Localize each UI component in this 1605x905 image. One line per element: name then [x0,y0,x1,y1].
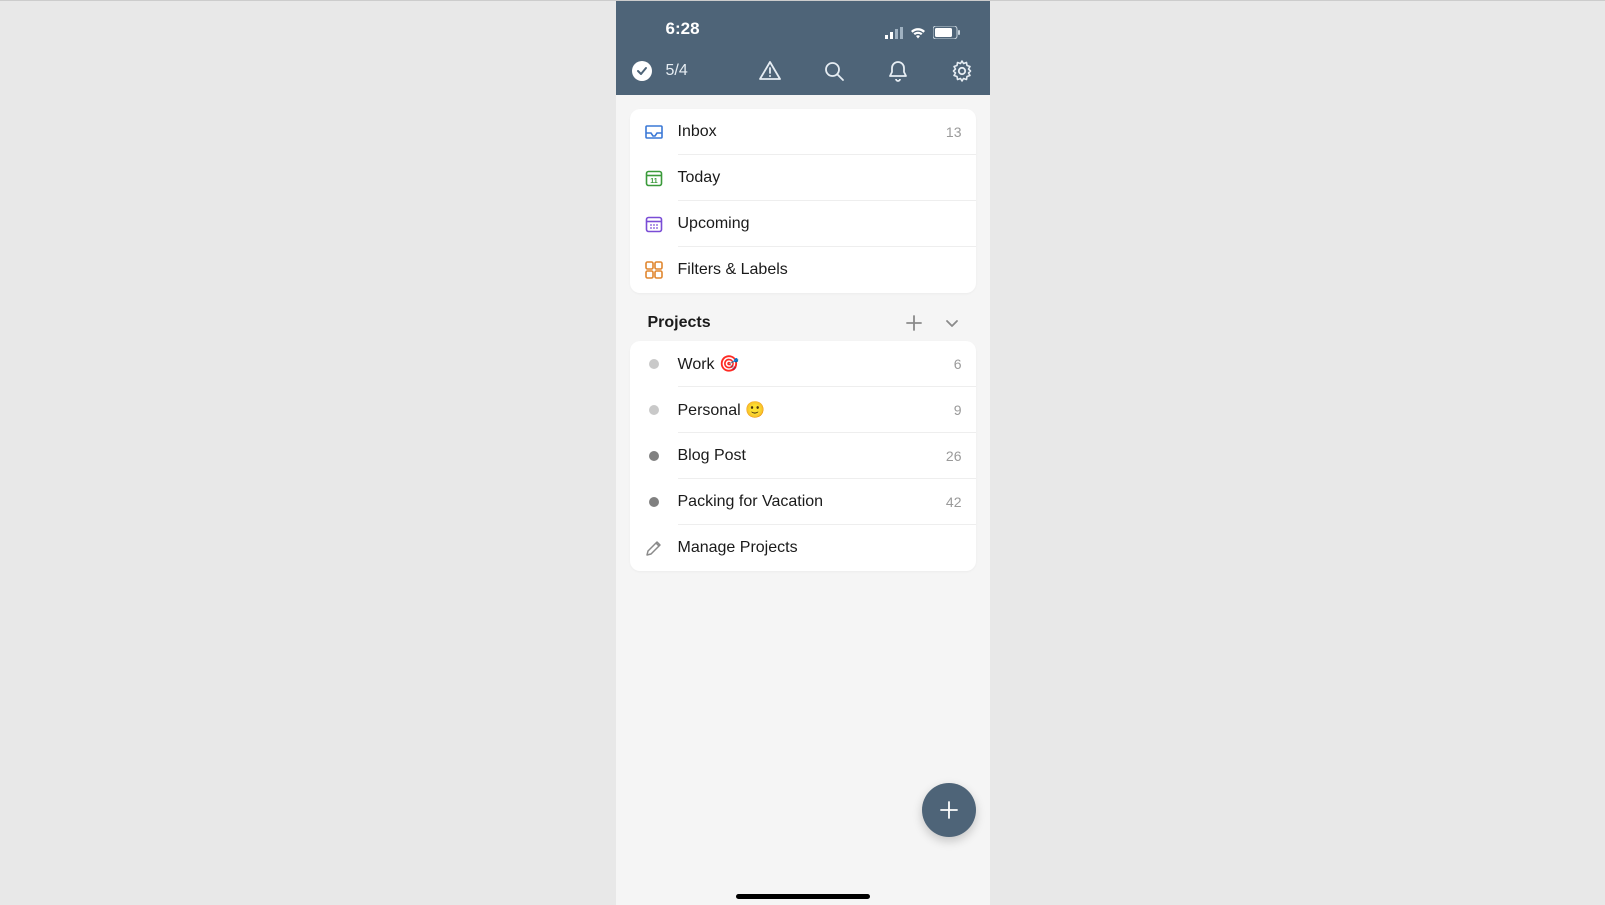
add-project-button[interactable] [904,313,924,333]
project-label: Packing for Vacation [678,493,946,511]
nav-item-label: Inbox [678,123,946,141]
nav-item-label: Today [678,169,962,187]
project-color-dot [644,354,664,374]
manage-projects-item[interactable]: Manage Projects [630,525,976,571]
project-label: Blog Post [678,447,946,465]
projects-section-header: Projects [630,307,976,333]
projects-card: Work 🎯 6 Personal 🙂 9 Blog Post 26 Packi… [630,341,976,571]
project-item[interactable]: Personal 🙂 9 [630,387,976,433]
nav-item-filters[interactable]: Filters & Labels [630,247,976,293]
productivity-button[interactable] [632,61,652,81]
projects-title: Projects [648,314,886,332]
phone-frame: 6:28 5/4 [616,1,990,905]
project-count: 9 [954,402,962,418]
battery-icon [933,26,960,39]
collapse-projects-button[interactable] [942,313,962,333]
nav-item-label: Upcoming [678,215,962,233]
project-item[interactable]: Work 🎯 6 [630,341,976,387]
inbox-icon [644,122,664,142]
home-indicator [736,894,870,899]
cellular-signal-icon [885,27,903,39]
app-toolbar: 5/4 [616,47,990,95]
calendar-today-icon: 11 [644,168,664,188]
plus-icon [936,797,962,823]
project-count: 42 [946,494,962,510]
calendar-upcoming-icon [644,214,664,234]
nav-item-upcoming[interactable]: Upcoming [630,201,976,247]
task-count-label: 5/4 [666,62,688,80]
project-label: Work 🎯 [678,354,954,374]
project-item[interactable]: Blog Post 26 [630,433,976,479]
add-task-fab[interactable] [922,783,976,837]
status-time: 6:28 [666,19,700,39]
alert-icon[interactable] [758,59,782,83]
project-color-dot [644,492,664,512]
nav-item-label: Filters & Labels [678,261,962,279]
settings-icon[interactable] [950,59,974,83]
project-item[interactable]: Packing for Vacation 42 [630,479,976,525]
search-icon[interactable] [822,59,846,83]
project-color-dot [644,446,664,466]
project-count: 26 [946,448,962,464]
nav-item-today[interactable]: 11 Today [630,155,976,201]
filters-labels-icon [644,260,664,280]
svg-text:11: 11 [650,178,658,185]
pencil-icon [644,538,664,558]
nav-item-count: 13 [946,124,962,140]
project-color-dot [644,400,664,420]
nav-item-inbox[interactable]: Inbox 13 [630,109,976,155]
status-bar: 6:28 [616,1,990,47]
notifications-icon[interactable] [886,59,910,83]
wifi-icon [909,26,927,39]
manage-projects-label: Manage Projects [678,539,962,557]
project-label: Personal 🙂 [678,400,954,420]
project-count: 6 [954,356,962,372]
nav-card: Inbox 13 11 Today Upcoming [630,109,976,293]
